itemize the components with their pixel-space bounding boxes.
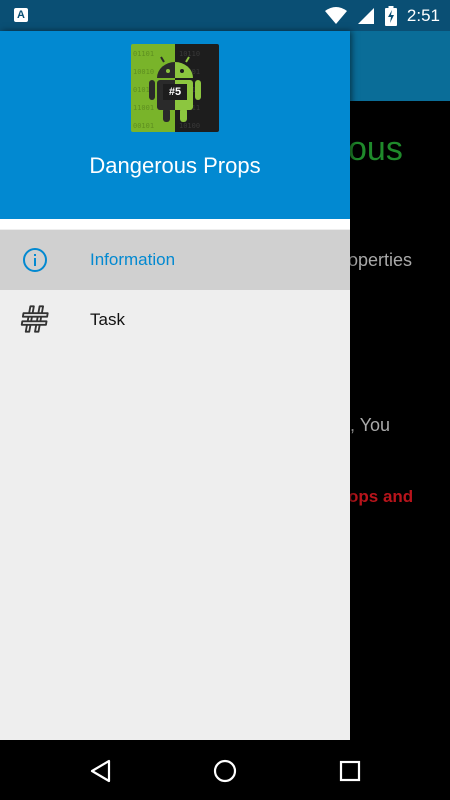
- hash-icon: [20, 305, 49, 333]
- wifi-icon: [324, 6, 347, 24]
- svg-text:01101: 01101: [133, 50, 154, 58]
- background-text-fragment-1: operties: [348, 250, 413, 270]
- svg-text:00101: 00101: [133, 122, 154, 130]
- recents-icon[interactable]: [337, 758, 363, 784]
- home-icon[interactable]: [212, 758, 238, 784]
- menu-item-label: Information: [90, 250, 176, 269]
- background-warning-fragment: ops and: [348, 487, 414, 506]
- drawer-header: 0110110010010111100100101 10110010011101…: [0, 31, 350, 219]
- logo-badge: #5: [168, 86, 182, 98]
- status-bar: A 2:51: [0, 0, 450, 31]
- menu-item-label: Task: [90, 310, 125, 329]
- background-title-fragment: ous: [348, 130, 403, 168]
- accessibility-notification-icon: A: [14, 8, 28, 22]
- svg-text:10100: 10100: [179, 122, 200, 130]
- back-icon[interactable]: [88, 758, 114, 784]
- cellular-signal-icon: [357, 7, 374, 24]
- svg-text:10010: 10010: [133, 68, 154, 76]
- drawer-header-spacer: [0, 219, 350, 229]
- status-icons: 2:51: [324, 0, 440, 31]
- battery-charging-icon: [384, 5, 397, 26]
- svg-text:10110: 10110: [179, 50, 200, 58]
- menu-item-task[interactable]: Task: [0, 290, 350, 350]
- info-icon: [23, 248, 47, 272]
- status-time: 2:51: [406, 5, 440, 25]
- menu-item-information[interactable]: Information: [0, 230, 350, 290]
- drawer-app-title: Dangerous Props: [89, 153, 261, 178]
- svg-text:11001: 11001: [133, 104, 154, 112]
- app-logo: 0110110010010111100100101 10110010011101…: [131, 44, 219, 132]
- system-navigation-bar: [0, 740, 450, 800]
- navigation-drawer: 0110110010010111100100101 10110010011101…: [0, 31, 350, 740]
